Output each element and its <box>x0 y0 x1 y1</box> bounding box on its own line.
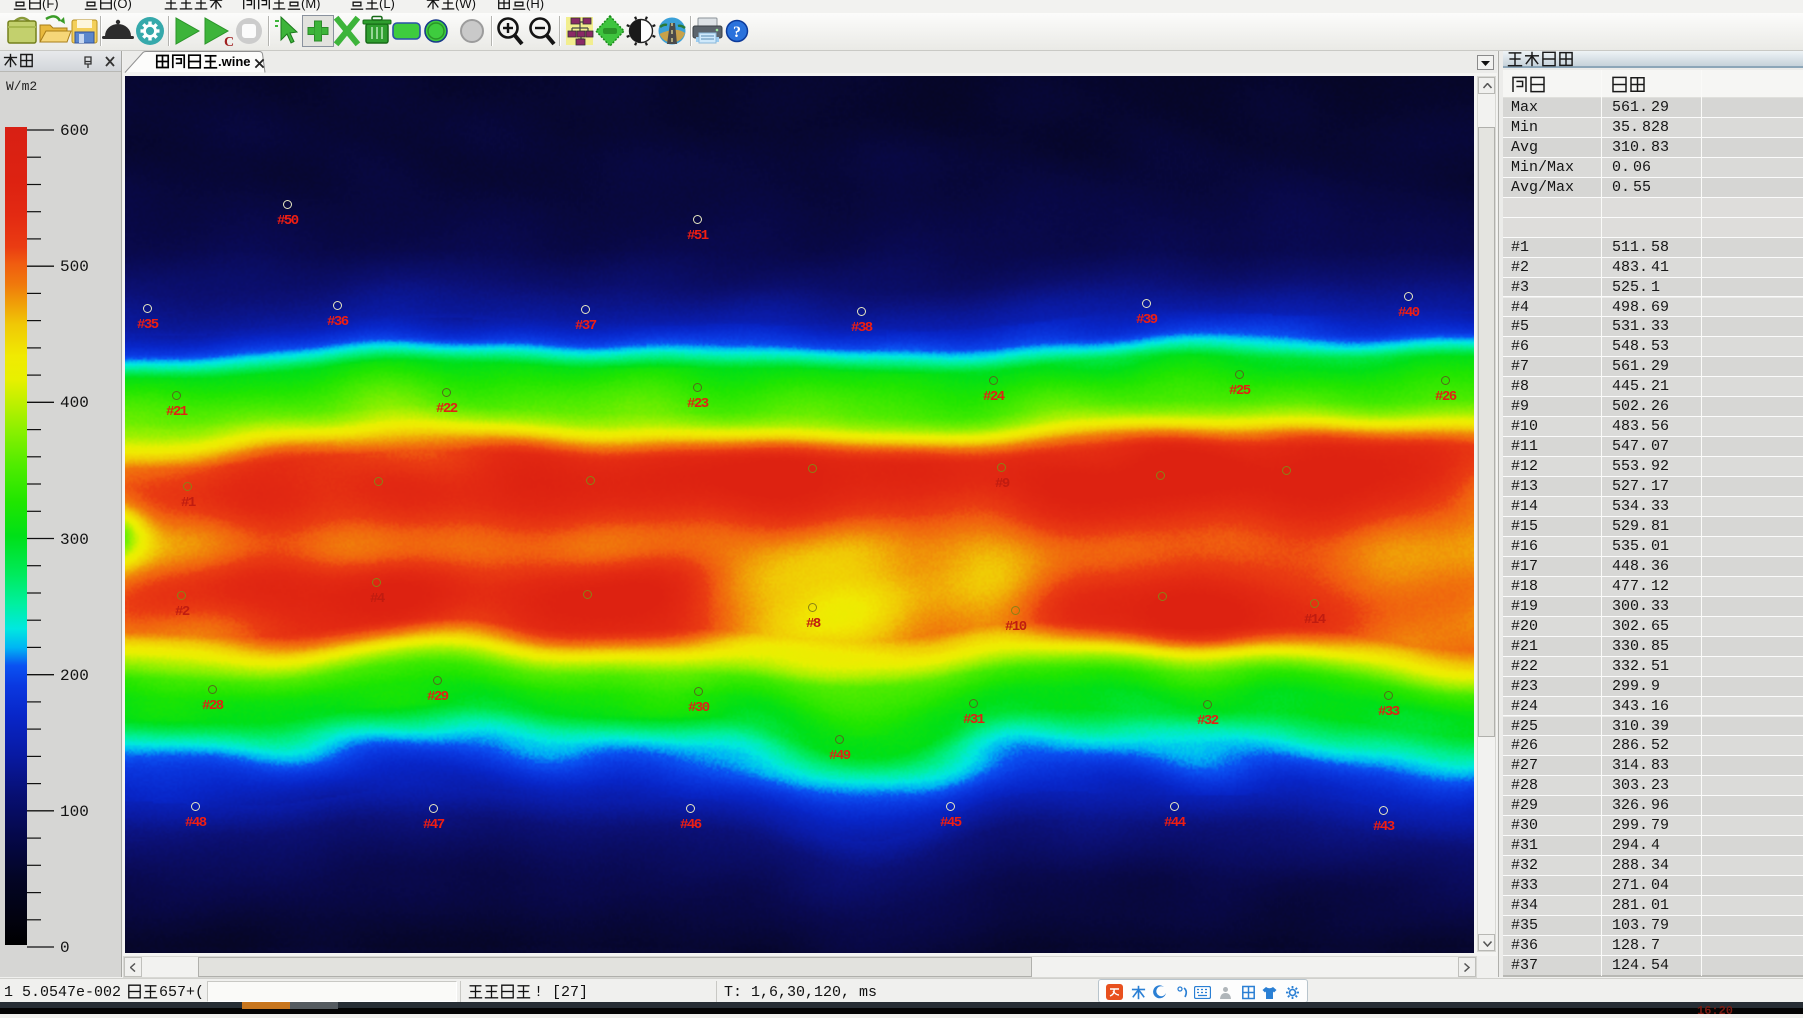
svg-text:?: ? <box>733 24 741 41</box>
svg-text:C: C <box>224 35 234 50</box>
